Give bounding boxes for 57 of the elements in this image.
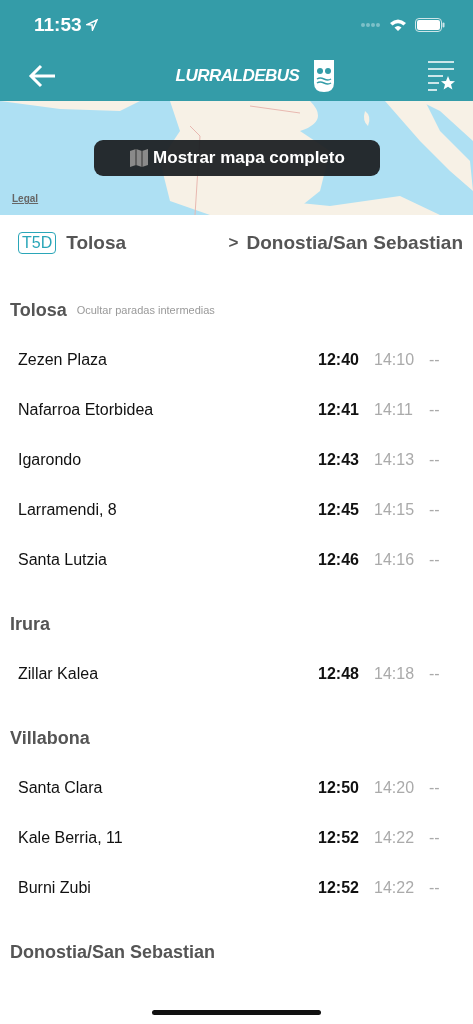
stop-name: Larramendi, 8 [18, 501, 118, 519]
departure-time: -- [429, 551, 441, 569]
stop-name: Igarondo [18, 451, 83, 469]
departure-time: 14:11 [374, 401, 414, 419]
town-heading: Donostia/San Sebastian [10, 941, 216, 963]
map-icon [129, 148, 150, 168]
departure-time: 12:43 [318, 451, 360, 469]
legal-link[interactable]: Legal [12, 193, 39, 204]
departure-time: 14:16 [374, 551, 416, 569]
departure-time: 14:22 [374, 879, 416, 897]
departure-time: -- [429, 501, 441, 519]
stop-name: Kale Berria, 11 [18, 829, 124, 847]
departure-time: 14:22 [374, 829, 416, 847]
departure-time: -- [429, 829, 441, 847]
logo: LURRALDEBUS [175, 65, 300, 86]
departure-time: 12:41 [318, 401, 360, 419]
departure-time: -- [429, 879, 441, 897]
clock-time: 11:53 [34, 14, 82, 36]
favorites-list-icon[interactable] [427, 60, 455, 91]
town-heading: Villabona [10, 727, 90, 749]
location-icon [85, 19, 98, 31]
origin-name: Tolosa [66, 232, 127, 254]
departure-time: 12:46 [318, 551, 360, 569]
departure-time: 12:45 [318, 501, 360, 519]
departure-time: 14:18 [374, 665, 416, 683]
stop-name: Nafarroa Etorbidea [18, 401, 155, 419]
stop-name: Santa Clara [18, 779, 104, 797]
stop-name: Burni Zubi [18, 879, 92, 897]
signal-icon [361, 23, 381, 27]
battery-icon [415, 18, 445, 32]
line-badge: T5D [18, 232, 57, 254]
departure-time: 14:20 [374, 779, 416, 797]
show-full-map-button[interactable]: Mostrar mapa completo [94, 140, 380, 176]
departure-time: 12:48 [318, 665, 360, 683]
departure-time: 12:50 [318, 779, 360, 797]
direction-arrow: > [228, 233, 239, 253]
departure-time: 12:40 [318, 351, 360, 369]
shield-icon [313, 58, 336, 93]
hide-stops-link[interactable]: Ocultar paradas intermedias [76, 304, 215, 316]
departure-time: -- [429, 451, 441, 469]
stop-name: Zezen Plaza [18, 351, 108, 369]
departure-time: -- [429, 665, 441, 683]
departure-time: 12:52 [318, 879, 360, 897]
departure-time: -- [429, 401, 441, 419]
town-heading: Tolosa [10, 299, 67, 321]
departure-time: -- [429, 779, 441, 797]
departure-time: 14:10 [374, 351, 416, 369]
wifi-icon [389, 18, 407, 32]
stop-name: Santa Lutzia [18, 551, 108, 569]
town-heading: Irura [10, 613, 51, 635]
departure-time: 12:52 [318, 829, 360, 847]
back-arrow-icon[interactable] [28, 63, 56, 88]
departure-time: 14:13 [374, 451, 416, 469]
departure-time: -- [429, 351, 441, 369]
departure-time: 14:15 [374, 501, 416, 519]
stop-name: Zillar Kalea [18, 665, 100, 683]
destination-name: Donostia/San Sebastian [246, 232, 463, 254]
